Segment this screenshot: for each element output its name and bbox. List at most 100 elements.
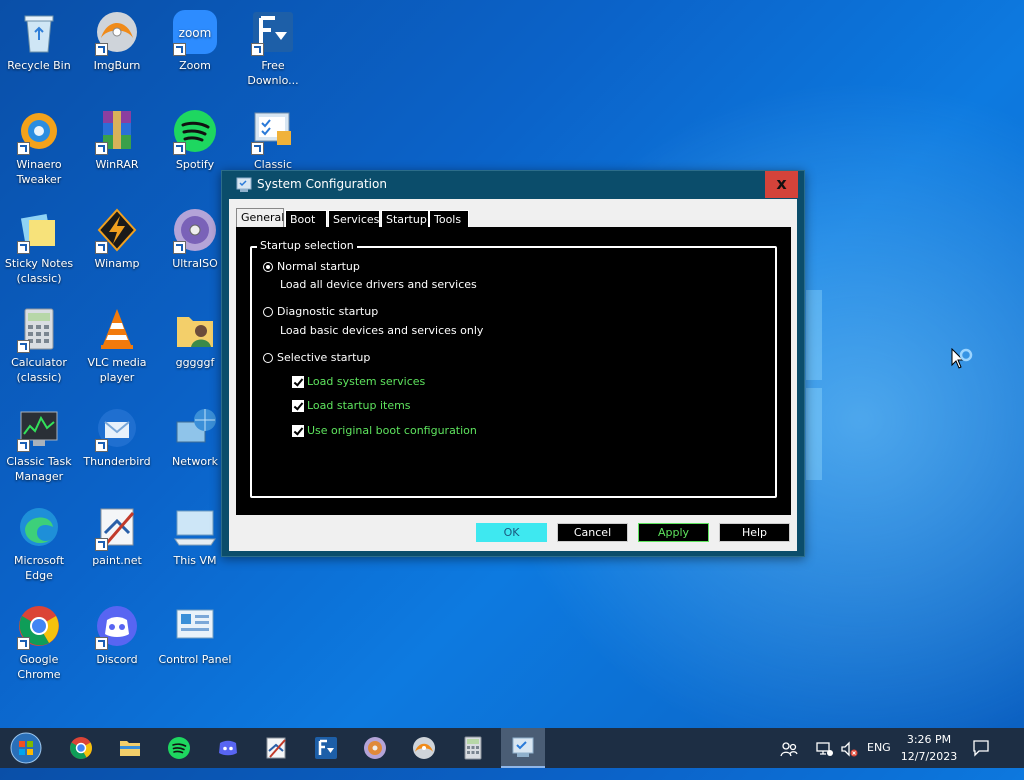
windows-orb-icon [10, 732, 42, 764]
taskbar-chrome[interactable] [69, 736, 93, 760]
taskbar-paint-net[interactable] [264, 736, 288, 760]
desktop-icon-microsoft-edge[interactable]: Microsoft Edge [0, 503, 78, 583]
desktop-icon-imgburn[interactable]: ImgBurn [78, 8, 156, 73]
desktop-icon-free-download-manager[interactable]: Free Downlo... [234, 8, 312, 88]
calculator-icon [15, 305, 63, 353]
tab-tools[interactable]: Tools [429, 210, 469, 227]
desktop-icon-label: VLC media player [87, 356, 147, 384]
desktop-icon-spotify[interactable]: Spotify [156, 107, 234, 172]
load-system-services-checkbox[interactable] [292, 376, 304, 388]
normal-startup-radio[interactable] [263, 262, 273, 272]
network-icon [171, 404, 219, 452]
user-folder-icon [171, 305, 219, 353]
desktop-icon-label: Classic Task Manager [6, 455, 72, 483]
desktop-icon-sticky-notes[interactable]: Sticky Notes (classic) [0, 206, 78, 286]
taskbar-clock[interactable]: 3:26 PM 12/7/2023 [895, 731, 963, 765]
startup-selection-group: Startup selection Normal startup Load al… [250, 239, 777, 498]
winamp-icon [93, 206, 141, 254]
language-indicator[interactable]: ENG [867, 740, 891, 780]
free-download-manager-icon [315, 737, 337, 759]
help-button[interactable]: Help [719, 523, 790, 542]
svg-text:zoom: zoom [179, 26, 212, 40]
desktop-icon-zoom[interactable]: zoom Zoom [156, 8, 234, 73]
clock-time: 3:26 PM [906, 733, 952, 746]
people-icon[interactable] [780, 740, 798, 758]
desktop-icon-vlc[interactable]: VLC media player [78, 305, 156, 385]
diagnostic-startup-radio[interactable] [263, 307, 273, 317]
diagnostic-startup-label[interactable]: Diagnostic startup [277, 305, 378, 318]
cancel-button[interactable]: Cancel [557, 523, 628, 542]
sticky-notes-icon [15, 206, 63, 254]
selective-startup-label[interactable]: Selective startup [277, 351, 370, 364]
wallpaper-glow [806, 290, 822, 380]
system-configuration-dialog: System Configuration x General Boot Serv… [221, 170, 805, 557]
load-startup-items-checkbox[interactable] [292, 400, 304, 412]
desktop-icon-winaero-tweaker[interactable]: Winaero Tweaker [0, 107, 78, 187]
desktop-icon-label: ImgBurn [93, 59, 141, 72]
load-startup-items-label[interactable]: Load startup items [307, 399, 411, 412]
thunderbird-icon [93, 404, 141, 452]
calculator-icon [464, 736, 482, 760]
taskbar-imgburn[interactable] [412, 736, 436, 760]
tab-startup[interactable]: Startup [381, 210, 429, 227]
desktop-icon-calculator[interactable]: Calculator (classic) [0, 305, 78, 385]
desktop-icon-recycle-bin[interactable]: Recycle Bin [0, 8, 78, 73]
folder-icon [120, 741, 140, 756]
tab-boot[interactable]: Boot [285, 210, 327, 227]
dialog-titlebar[interactable]: System Configuration x [222, 171, 804, 199]
discord-icon [93, 602, 141, 650]
desktop-icon-label: paint.net [92, 554, 142, 567]
notification-center-icon[interactable] [972, 739, 990, 757]
desktop-icon-thunderbird[interactable]: Thunderbird [78, 404, 156, 469]
taskbar-free-download-manager[interactable] [314, 736, 338, 760]
wallpaper-glow [806, 388, 822, 480]
chrome-icon [70, 737, 92, 759]
desktop-icon-paint-net[interactable]: paint.net [78, 503, 156, 568]
chrome-icon [15, 602, 63, 650]
desktop-icon-label: Microsoft Edge [13, 554, 65, 582]
diagnostic-startup-description: Load basic devices and services only [280, 324, 484, 337]
desktop-icon-label: Zoom [179, 59, 211, 72]
busy-cursor-icon [951, 348, 973, 369]
desktop-icon-discord[interactable]: Discord [78, 602, 156, 667]
free-download-manager-icon [249, 8, 297, 56]
desktop-icon-label: WinRAR [95, 158, 139, 171]
taskbar-spotify[interactable] [167, 736, 191, 760]
dialog-title: System Configuration [257, 177, 387, 191]
edge-icon [15, 503, 63, 551]
desktop-icon-classic[interactable]: Classic [234, 107, 312, 172]
desktop-icon-winamp[interactable]: Winamp [78, 206, 156, 271]
use-original-boot-config-label[interactable]: Use original boot configuration [307, 424, 477, 437]
desktop-icon-label: Thunderbird [83, 455, 151, 468]
normal-startup-label[interactable]: Normal startup [277, 260, 360, 273]
taskbar-discord[interactable] [216, 736, 240, 760]
desktop-icon-label: Calculator (classic) [11, 356, 67, 384]
network-icon[interactable] [816, 741, 834, 757]
paint-net-icon [93, 503, 141, 551]
load-system-services-label[interactable]: Load system services [307, 375, 425, 388]
use-original-boot-config-checkbox[interactable] [292, 425, 304, 437]
taskbar-calculator[interactable] [461, 736, 485, 760]
spotify-icon [171, 107, 219, 155]
tab-services[interactable]: Services [328, 210, 380, 227]
desktop-icon-control-panel[interactable]: Control Panel [156, 602, 234, 667]
computer-icon [171, 503, 219, 551]
apply-button[interactable]: Apply [638, 523, 709, 542]
tab-general[interactable]: General [236, 208, 284, 228]
desktop-icon-winrar[interactable]: WinRAR [78, 107, 156, 172]
winrar-icon [93, 107, 141, 155]
imgburn-icon [93, 8, 141, 56]
selective-startup-radio[interactable] [263, 353, 273, 363]
start-button[interactable] [10, 732, 42, 764]
taskbar-file-explorer[interactable] [118, 736, 142, 760]
desktop-icon-google-chrome[interactable]: Google Chrome [0, 602, 78, 682]
taskbar-system-configuration[interactable] [501, 728, 545, 768]
close-button[interactable]: x [765, 171, 798, 198]
system-config-icon [512, 737, 534, 757]
ok-button[interactable]: OK [476, 523, 547, 542]
volume-muted-icon[interactable] [840, 740, 858, 758]
taskbar-ultraiso[interactable] [363, 736, 387, 760]
desktop-icon-classic-task-manager[interactable]: Classic Task Manager [0, 404, 78, 484]
normal-startup-description: Load all device drivers and services [280, 278, 477, 291]
dialog-client-area: General Boot Services Startup Tools Star… [229, 199, 797, 551]
